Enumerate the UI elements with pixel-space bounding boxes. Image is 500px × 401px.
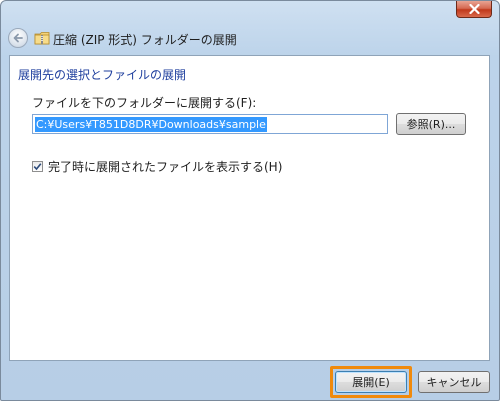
destination-path-input[interactable]: C:¥Users¥T851D8DR¥Downloads¥sample <box>32 114 388 134</box>
window-title: 圧縮 (ZIP 形式) フォルダーの展開 <box>53 33 237 47</box>
dialog-footer: 展開(E) キャンセル <box>1 361 499 400</box>
back-button[interactable] <box>8 28 28 48</box>
extract-button[interactable]: 展開(E) <box>335 371 407 393</box>
destination-label: ファイルを下のフォルダーに展開する(F): <box>32 96 257 110</box>
path-text-selection: C:¥Users¥T851D8DR¥Downloads¥sample <box>35 116 267 132</box>
show-files-option[interactable]: 完了時に展開されたファイルを表示する(H) <box>32 158 282 175</box>
content-panel: 展開先の選択とファイルの展開 ファイルを下のフォルダーに展開する(F): C:¥… <box>9 55 490 361</box>
close-icon <box>468 4 480 14</box>
back-arrow-icon <box>13 33 23 43</box>
checkmark-icon <box>33 163 42 171</box>
zip-folder-icon <box>34 32 50 45</box>
cancel-button[interactable]: キャンセル <box>418 371 490 393</box>
show-files-label: 完了時に展開されたファイルを表示する(H) <box>48 160 283 174</box>
browse-button[interactable]: 参照(R)... <box>396 113 466 135</box>
nav-bar: 圧縮 (ZIP 形式) フォルダーの展開 <box>1 23 499 53</box>
dialog-window: 圧縮 (ZIP 形式) フォルダーの展開 展開先の選択とファイルの展開 ファイル… <box>0 0 500 401</box>
section-heading: 展開先の選択とファイルの展開 <box>18 68 187 82</box>
close-button[interactable] <box>456 1 492 18</box>
show-files-checkbox[interactable] <box>32 161 43 172</box>
